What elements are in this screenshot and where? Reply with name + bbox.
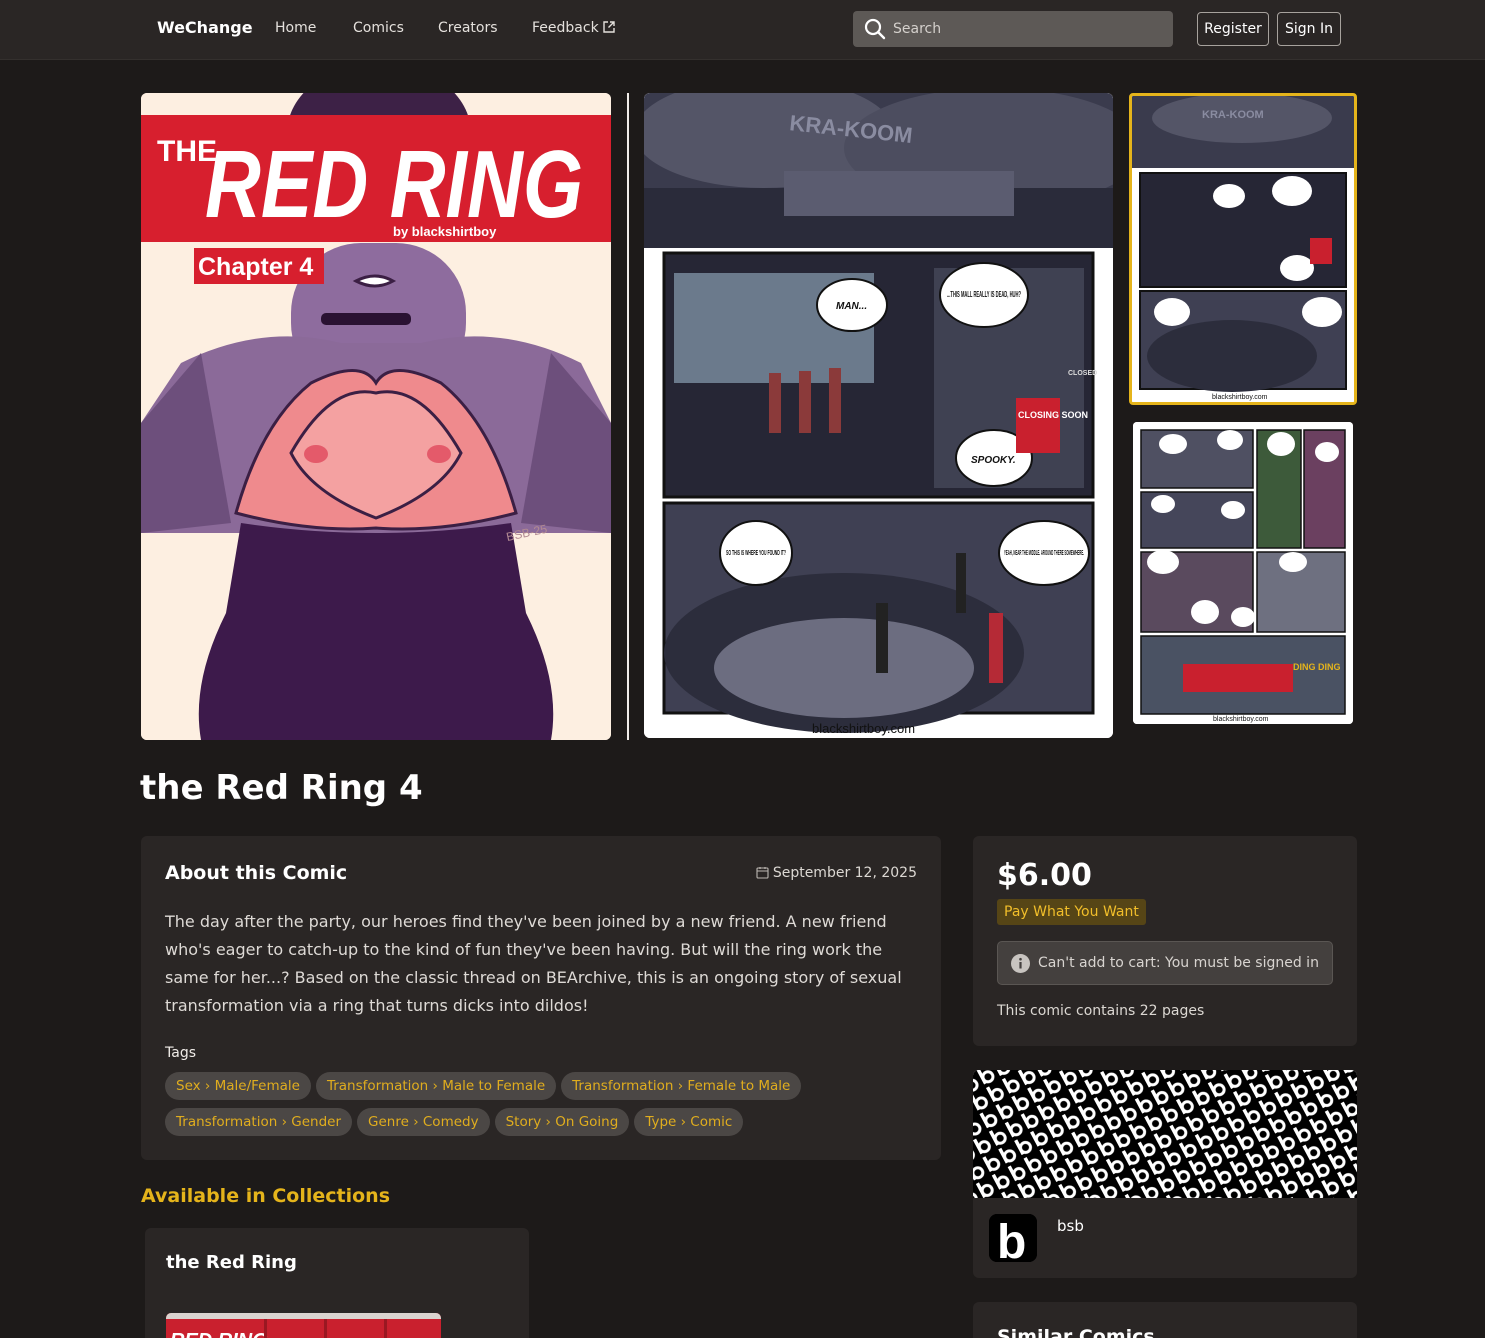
register-button[interactable]: Register (1197, 12, 1269, 46)
thumb-2-url: blackshirtboy.com (1213, 716, 1269, 723)
tag-chip[interactable]: Transformation › Gender (165, 1108, 353, 1136)
collections-heading: Available in Collections (141, 1185, 391, 1207)
external-link-icon (602, 21, 615, 33)
nav-link-creators[interactable]: Creators (438, 20, 498, 36)
tag-chip[interactable]: Story › On Going (494, 1108, 630, 1136)
about-card: About this Comic September 12, 2025 The … (141, 836, 941, 1160)
tag-list: Sex › Male/Female Transformation › Male t… (165, 1072, 925, 1144)
page-thumbnail-1-selected[interactable]: KRA-KOOM blackshirtboy.com (1129, 93, 1357, 405)
similar-comics-heading: Similar Comics (997, 1326, 1155, 1338)
comic-description: The day after the party, our heroes find… (165, 912, 902, 1015)
nav-link-feedback-label: Feedback (532, 20, 599, 36)
bubble-2: ...THIS MALL REALLY IS DEAD, HUH? (947, 290, 1021, 299)
tag-chip[interactable]: Genre › Comedy (357, 1108, 490, 1136)
nav-link-comics[interactable]: Comics (353, 20, 404, 36)
tag-chip[interactable]: Transformation › Male to Female (315, 1072, 557, 1100)
collection-title[interactable]: the Red Ring (166, 1252, 297, 1273)
price-amount: $6.00 (997, 858, 1092, 893)
tag-chip[interactable]: Sex › Male/Female (165, 1072, 311, 1100)
tag-chip[interactable]: Type › Comic (634, 1108, 744, 1136)
comic-cover-image[interactable]: THE RED RING by blackshirtboy Chapter 4 … (141, 93, 611, 740)
nav-link-home[interactable]: Home (275, 20, 316, 36)
similar-comics-card: Similar Comics (973, 1302, 1357, 1338)
sign-in-button[interactable]: Sign In (1277, 12, 1341, 46)
collection-cover-art: RED RING (166, 1313, 441, 1338)
cover-art: THE RED RING by blackshirtboy Chapter 4 … (141, 93, 611, 740)
creator-card[interactable]: b bsb (973, 1070, 1357, 1278)
thumb-1-art: KRA-KOOM blackshirtboy.com (1132, 96, 1354, 402)
publish-date: September 12, 2025 (756, 865, 917, 881)
search-input[interactable] (893, 11, 1163, 47)
tags-label: Tags (165, 1045, 196, 1061)
purchase-card: $6.00 Pay What You Want Can't add to car… (973, 836, 1357, 1046)
brand-logo[interactable]: WeChange (157, 18, 253, 37)
collection-strip-text: RED RING (170, 1330, 268, 1338)
cover-chapter-label: Chapter 4 (198, 253, 313, 281)
bubble-5: YEAH, NEAR THE MIDDLE. AROUND THERE SOME… (1004, 550, 1084, 557)
comic-title: the Red Ring 4 (140, 768, 423, 808)
cover-title-text: RED RING (205, 131, 583, 238)
gallery-divider (627, 93, 629, 740)
nav-link-feedback[interactable]: Feedback (532, 20, 615, 36)
sign-closing: CLOSING SOON (1018, 410, 1088, 420)
thumb-2-art: DING DING blackshirtboy.com (1133, 422, 1353, 724)
collection-cover-strip[interactable]: RED RING (166, 1313, 441, 1338)
collection-card[interactable]: the Red Ring RED RING (145, 1228, 529, 1338)
thumb-1-url: blackshirtboy.com (1212, 394, 1268, 401)
page-count: This comic contains 22 pages (997, 1003, 1205, 1019)
tag-chip[interactable]: Transformation › Female to Male (561, 1072, 802, 1100)
pay-what-you-want-badge: Pay What You Want (997, 899, 1146, 925)
sign-closed: CLOSED (1068, 370, 1097, 377)
cart-disabled-notice: Can't add to cart: You must be signed in (997, 941, 1333, 985)
top-navbar: WeChange Home Comics Creators Feedback R… (0, 0, 1485, 60)
calendar-icon (756, 867, 769, 879)
cover-byline: by blackshirtboy (393, 224, 497, 239)
info-icon (1011, 954, 1030, 973)
thumb-2-sfx: DING DING (1293, 662, 1341, 672)
cart-notice-text: Can't add to cart: You must be signed in (1038, 955, 1319, 971)
comic-page-preview[interactable]: KRA-KOOM MAN... ...THIS MALL REALLY IS D… (644, 93, 1113, 738)
search-box (853, 11, 1173, 47)
search-icon (864, 18, 886, 40)
creator-banner (973, 1070, 1357, 1198)
page-thumbnail-2[interactable]: DING DING blackshirtboy.com (1133, 422, 1353, 724)
banner-pattern (973, 1070, 1357, 1198)
bubble-1: MAN... (836, 301, 867, 312)
page-art: KRA-KOOM MAN... ...THIS MALL REALLY IS D… (644, 93, 1113, 738)
creator-name[interactable]: bsb (1057, 1217, 1084, 1235)
bubble-4: SO THIS IS WHERE YOU FOUND IT? (726, 550, 786, 557)
creator-avatar-art: b (989, 1214, 1037, 1262)
creator-avatar[interactable]: b (989, 1214, 1037, 1262)
publish-date-text: September 12, 2025 (772, 865, 917, 881)
page-url: blackshirtboy.com (812, 721, 915, 736)
thumb-1-sfx: KRA-KOOM (1202, 109, 1264, 121)
about-heading: About this Comic (165, 862, 348, 884)
avatar-letter: b (997, 1216, 1026, 1262)
bubble-3: SPOOKY. (971, 455, 1016, 466)
